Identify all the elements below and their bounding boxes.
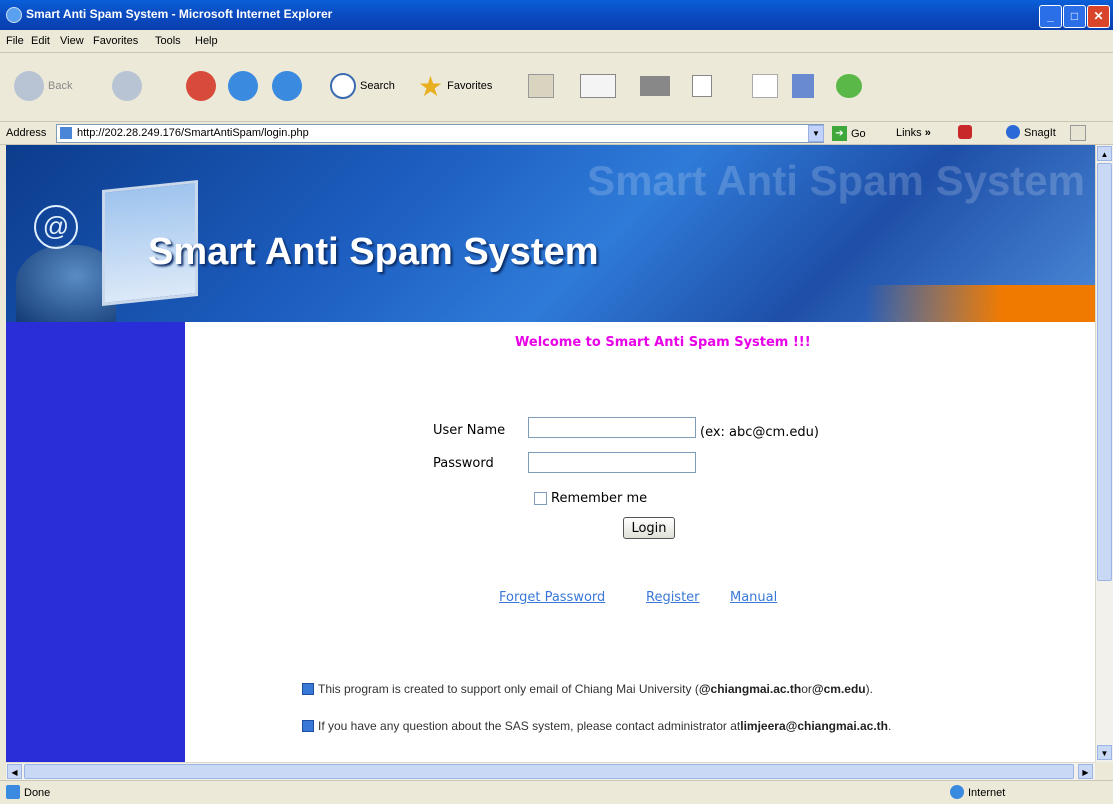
banner-title: Smart Anti Spam System	[148, 231, 599, 273]
remember-me[interactable]: Remember me	[534, 491, 647, 506]
word-icon	[692, 75, 712, 97]
print-icon	[640, 76, 670, 96]
horizontal-scrollbar[interactable]: ◀ ▶	[6, 762, 1095, 780]
scroll-down-icon[interactable]: ▼	[1097, 745, 1112, 760]
remember-label: Remember me	[551, 491, 648, 506]
address-url: http://202.28.249.176/SmartAntiSpam/logi…	[77, 127, 309, 139]
page-content: Smart Anti Spam System @ Smart Anti Spam…	[6, 145, 1095, 762]
stop-button[interactable]	[186, 71, 216, 101]
register-link[interactable]: Register	[646, 590, 700, 605]
back-arrow-icon	[14, 71, 44, 101]
toolbar: Back Search ★ Favorites	[0, 53, 1113, 122]
messenger-icon	[836, 74, 862, 98]
scroll-left-icon[interactable]: ◀	[7, 764, 22, 779]
messenger-button[interactable]	[836, 71, 862, 101]
menu-file[interactable]: File	[6, 35, 24, 47]
back-button[interactable]: Back	[14, 71, 72, 101]
menu-tools[interactable]: Tools	[155, 35, 181, 47]
address-bar: Address http://202.28.249.176/SmartAntiS…	[0, 122, 1113, 145]
search-icon	[330, 73, 356, 99]
refresh-button[interactable]	[228, 71, 258, 101]
banner-watermark: Smart Anti Spam System	[587, 157, 1085, 204]
notice-contact-admin: If you have any question about the SAS s…	[302, 719, 891, 733]
history-icon	[528, 74, 554, 98]
scroll-right-icon[interactable]: ▶	[1078, 764, 1093, 779]
search-button[interactable]: Search	[330, 71, 395, 101]
title-bar: Smart Anti Spam System - Microsoft Inter…	[0, 0, 1113, 30]
welcome-heading: Welcome to Smart Anti Spam System !!!	[515, 335, 811, 350]
links-toolbar[interactable]: Links »	[896, 127, 931, 139]
password-input[interactable]	[528, 452, 696, 473]
snagit-button[interactable]: SnagIt	[1024, 127, 1056, 139]
forget-password-link[interactable]: Forget Password	[499, 590, 605, 605]
maximize-button[interactable]: □	[1063, 5, 1086, 28]
menu-help[interactable]: Help	[195, 35, 218, 47]
scroll-up-icon[interactable]: ▲	[1097, 146, 1112, 161]
login-button[interactable]: Login	[623, 517, 675, 539]
snagit-capture-icon[interactable]	[1070, 125, 1086, 141]
username-label: User Name	[433, 423, 506, 438]
close-button[interactable]: ✕	[1087, 5, 1110, 28]
mail-icon	[580, 74, 616, 98]
internet-zone-icon	[950, 785, 964, 799]
bullet-icon	[302, 683, 314, 695]
page-icon	[60, 127, 72, 139]
history-button[interactable]	[528, 71, 554, 101]
horizontal-scroll-thumb[interactable]	[24, 764, 1074, 779]
discuss-icon	[752, 74, 778, 98]
discuss-button[interactable]	[752, 71, 778, 101]
window-title: Smart Anti Spam System - Microsoft Inter…	[26, 7, 333, 21]
research-button[interactable]	[792, 71, 814, 101]
password-label: Password	[433, 456, 494, 471]
ie-icon	[6, 7, 22, 23]
notice-email-support: This program is created to support only …	[302, 682, 873, 696]
left-sidebar	[6, 322, 185, 762]
username-hint: (ex: abc@cm.edu)	[700, 425, 819, 440]
remember-checkbox[interactable]	[534, 492, 547, 505]
pdf-icon[interactable]	[958, 125, 972, 139]
status-text: Done	[24, 787, 51, 799]
research-icon	[792, 74, 814, 98]
username-input[interactable]	[528, 417, 696, 438]
go-arrow-icon: ➔	[832, 126, 847, 141]
forward-arrow-icon	[112, 71, 142, 101]
forward-button[interactable]	[112, 71, 142, 101]
banner-accent	[865, 285, 1095, 322]
snagit-icon	[1006, 125, 1020, 139]
home-icon	[272, 71, 302, 101]
refresh-icon	[228, 71, 258, 101]
star-icon: ★	[418, 70, 444, 102]
vertical-scroll-thumb[interactable]	[1097, 163, 1112, 581]
menu-view[interactable]: View	[60, 35, 84, 47]
bullet-icon	[302, 720, 314, 732]
word-button[interactable]	[692, 71, 712, 101]
stop-icon	[186, 71, 216, 101]
page-done-icon	[6, 785, 20, 799]
manual-link[interactable]: Manual	[730, 590, 777, 605]
at-symbol-icon: @	[34, 205, 78, 249]
menu-bar: File Edit View Favorites Tools Help	[0, 30, 1113, 53]
menu-favorites[interactable]: Favorites	[93, 35, 138, 47]
go-button[interactable]: ➔ Go	[832, 125, 866, 142]
favorites-button[interactable]: ★ Favorites	[418, 70, 492, 102]
print-button[interactable]	[640, 71, 670, 101]
address-input[interactable]: http://202.28.249.176/SmartAntiSpam/logi…	[56, 124, 824, 143]
menu-edit[interactable]: Edit	[31, 35, 50, 47]
address-label: Address	[6, 127, 47, 139]
header-banner: Smart Anti Spam System @ Smart Anti Spam…	[6, 145, 1095, 322]
zone-text: Internet	[968, 787, 1006, 799]
address-dropdown-icon[interactable]: ▼	[808, 125, 824, 142]
vertical-scrollbar[interactable]: ▲ ▼	[1095, 145, 1113, 762]
mail-button[interactable]	[580, 71, 616, 101]
banner-person-image	[16, 245, 116, 322]
home-button[interactable]	[272, 71, 302, 101]
minimize-button[interactable]: _	[1039, 5, 1062, 28]
chevron-right-icon: »	[924, 127, 931, 139]
status-bar: Done Internet	[0, 780, 1113, 804]
